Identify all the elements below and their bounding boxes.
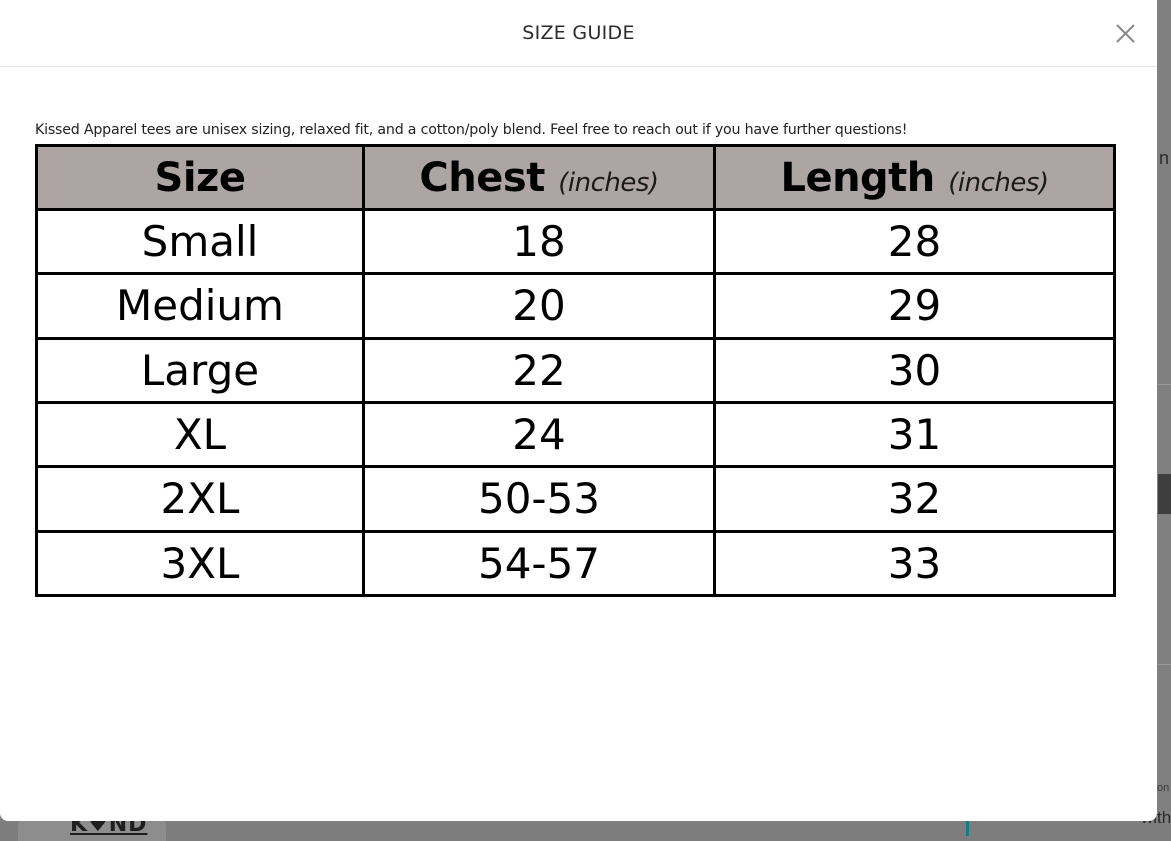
- background-divider: [1158, 384, 1171, 385]
- table-row: 2XL 50-53 32: [35, 465, 1116, 533]
- cell-length: 31: [713, 400, 1116, 469]
- table-row: XL 24 31: [35, 400, 1116, 469]
- cell-chest: 22: [362, 336, 716, 404]
- header-chest-label: Chest: [419, 154, 545, 201]
- background-bottom-strip: [0, 822, 1171, 841]
- background-small-text: on: [1157, 782, 1170, 794]
- table-header-row: Size Chest (inches) Length (inches): [35, 144, 1116, 211]
- cell-chest: 50-53: [362, 465, 716, 533]
- cell-size: Small: [35, 207, 365, 276]
- cell-chest: 24: [362, 400, 716, 469]
- cell-size: 3XL: [35, 529, 365, 598]
- background-button[interactable]: [1158, 474, 1171, 514]
- cell-length: 32: [713, 465, 1116, 533]
- header-length: Length (inches): [713, 144, 1116, 211]
- size-guide-modal: SIZE GUIDE Kissed Apparel tees are unise…: [0, 0, 1157, 821]
- cell-chest: 54-57: [362, 529, 716, 598]
- table-row: Large 22 30: [35, 336, 1116, 404]
- modal-header: SIZE GUIDE: [0, 0, 1157, 67]
- header-size-label: Size: [154, 154, 246, 201]
- cell-length: 33: [713, 529, 1116, 598]
- close-x-icon: [1116, 24, 1135, 43]
- cell-size: Large: [35, 336, 365, 404]
- cell-chest: 20: [362, 272, 716, 340]
- close-button[interactable]: [1112, 20, 1140, 48]
- header-length-unit: (inches): [948, 167, 1049, 198]
- header-chest: Chest (inches): [362, 144, 716, 211]
- header-size: Size: [35, 144, 365, 211]
- cell-size: Medium: [35, 272, 365, 340]
- cell-length: 28: [713, 207, 1116, 276]
- table-row: Medium 20 29: [35, 272, 1116, 340]
- cell-size: XL: [35, 400, 365, 469]
- table-row: 3XL 54-57 33: [35, 529, 1116, 598]
- modal-title: SIZE GUIDE: [522, 22, 635, 44]
- cell-chest: 18: [362, 207, 716, 276]
- header-length-label: Length: [780, 154, 935, 201]
- header-chest-unit: (inches): [558, 167, 659, 198]
- cell-length: 29: [713, 272, 1116, 340]
- intro-text: Kissed Apparel tees are unisex sizing, r…: [35, 122, 908, 138]
- cell-length: 30: [713, 336, 1116, 404]
- table-row: Small 18 28: [35, 207, 1116, 276]
- cell-size: 2XL: [35, 465, 365, 533]
- background-divider: [1158, 664, 1171, 665]
- background-right-text: n: [1159, 148, 1170, 168]
- background-right-strip: [1158, 0, 1171, 841]
- size-chart-table: Size Chest (inches) Length (inches) Smal…: [35, 144, 1116, 598]
